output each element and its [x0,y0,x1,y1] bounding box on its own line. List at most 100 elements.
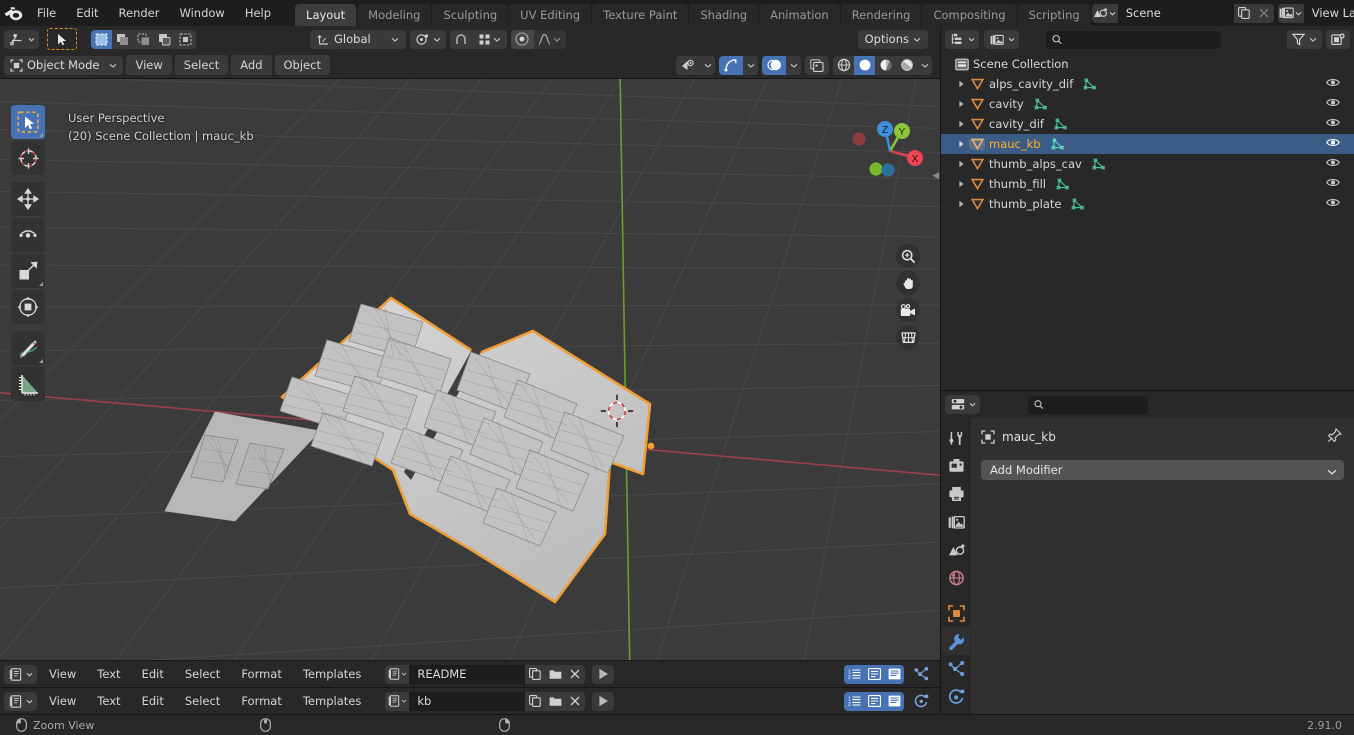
scene-selector[interactable]: Scene [1091,3,1274,23]
mauc-kb-object[interactable] [265,284,665,624]
mesh-data-icon[interactable] [1034,98,1048,110]
unlink-text-button-1[interactable] [565,664,586,684]
run-script-button-2[interactable] [592,691,615,711]
material-shading-icon[interactable] [875,55,896,75]
text-display-toggles-2[interactable]: 12 [844,691,904,711]
open-text-button-1[interactable] [545,664,566,684]
filter-funnel-icon[interactable] [1287,30,1322,49]
object-properties-tab[interactable] [942,599,970,627]
intersect-select-icon[interactable] [175,29,196,49]
mesh-data-icon[interactable] [1092,158,1106,170]
visibility-eye-icon[interactable] [1326,97,1340,111]
filter-id-icon[interactable] [984,30,1019,49]
view-layer-selector[interactable]: View Layer [1277,3,1354,23]
visibility-eye-icon[interactable] [1326,137,1340,151]
tab-uv-editing[interactable]: UV Editing [509,4,592,26]
object-mode-dropdown[interactable]: Object Mode [4,55,124,75]
view-layer-icon[interactable] [1277,3,1304,23]
toggle-perspective-icon[interactable] [896,325,920,349]
transform-tool[interactable] [11,290,45,324]
text-datablock-icon[interactable] [385,691,410,711]
expand-arrow-icon[interactable] [953,200,969,208]
menu-help[interactable]: Help [235,3,281,23]
tab-rendering[interactable]: Rendering [840,4,922,26]
open-text-button-2[interactable] [545,691,566,711]
gizmo-dropdown[interactable] [743,55,758,75]
scale-tool[interactable] [11,254,45,288]
viewport-menu-view[interactable]: View [126,55,172,75]
expand-arrow-icon[interactable] [953,80,969,88]
set-select-icon[interactable] [91,29,112,49]
physics-icon[interactable] [908,692,934,711]
outliner-item-cavity_dif[interactable]: cavity_dif [941,114,1354,134]
editor-type-text-icon[interactable] [4,664,37,684]
new-scene-button[interactable] [1233,3,1254,23]
zoom-view-icon[interactable] [896,244,920,268]
overlays-group[interactable] [762,55,801,75]
outliner-item-alps_cavity_dif[interactable]: alps_cavity_dif [941,74,1354,94]
object-visibility-dropdown[interactable] [700,55,715,75]
tab-shading[interactable]: Shading [689,4,759,26]
outliner-search-input[interactable] [1066,33,1215,46]
mesh-data-icon[interactable] [1054,118,1068,130]
active-tool-indicator[interactable] [47,28,77,50]
syntax-highlight-icon[interactable] [884,691,904,711]
select-mode-group[interactable] [91,29,196,49]
tab-compositing[interactable]: Compositing [922,4,1017,26]
xray-toggle-icon[interactable] [805,55,829,75]
object-visibility-group[interactable] [676,55,715,75]
text-datablock-selector-1[interactable]: README [385,664,586,684]
word-wrap-icon[interactable] [864,691,884,711]
expand-arrow-icon[interactable] [953,120,969,128]
expand-arrow-icon[interactable] [953,140,969,148]
viewport-options-dropdown[interactable]: Options [857,29,928,49]
proportional-falloff-dropdown[interactable] [533,29,566,49]
view-layer-properties-tab[interactable] [942,508,970,536]
editor-type-3dview-icon[interactable] [4,29,39,49]
viewport-shading-group[interactable] [833,55,932,75]
outliner-display-mode-icon[interactable] [945,30,979,49]
text-menu-format-1[interactable]: Format [232,664,291,684]
overlays-dropdown[interactable] [786,55,801,75]
tab-sculpting[interactable]: Sculpting [432,4,509,26]
text-menu-select-1[interactable]: Select [176,664,229,684]
mesh-data-icon[interactable] [1051,138,1065,150]
outliner-item-thumb_alps_cav[interactable]: thumb_alps_cav [941,154,1354,174]
outliner-search-box[interactable] [1046,30,1221,49]
gizmo-icon[interactable] [719,55,743,75]
3d-viewport[interactable]: User Perspective (20) Scene Collection |… [0,79,940,660]
tab-layout[interactable]: Layout [295,4,357,26]
add-modifier-button[interactable]: Add Modifier [981,460,1344,480]
text-datablock-icon[interactable] [385,664,410,684]
unlink-scene-button[interactable] [1253,3,1274,23]
mesh-object-icon[interactable] [969,138,985,150]
extend-select-icon[interactable] [112,29,133,49]
outliner-tree[interactable]: Scene Collection alps_cavity_dif cavity [941,53,1354,390]
gizmo-group[interactable] [719,55,758,75]
mesh-object-icon[interactable] [969,118,985,130]
wireframe-shading-icon[interactable] [833,55,854,75]
pan-view-icon[interactable] [896,271,920,295]
pivot-point-dropdown[interactable] [409,29,446,49]
annotate-tool[interactable] [11,331,45,365]
word-wrap-icon[interactable] [864,664,884,684]
text-menu-text-2[interactable]: Text [88,691,129,711]
render-properties-tab[interactable] [942,452,970,480]
overlays-icon[interactable] [762,55,786,75]
editor-type-text-icon[interactable] [4,691,37,711]
mesh-object-icon[interactable] [969,198,985,210]
menu-window[interactable]: Window [169,3,234,23]
tool-properties-tab[interactable] [942,424,970,452]
outliner-item-cavity[interactable]: cavity [941,94,1354,114]
text-menu-edit-1[interactable]: Edit [133,664,173,684]
properties-search-input[interactable] [1048,398,1142,411]
text-menu-edit-2[interactable]: Edit [133,691,173,711]
menu-render[interactable]: Render [109,3,170,23]
physics-properties-tab[interactable] [942,683,970,711]
properties-search-box[interactable] [1028,395,1148,414]
object-visibility-icon[interactable] [676,55,700,75]
node-editor-icon[interactable] [908,665,934,684]
outliner-item-thumb_fill[interactable]: thumb_fill [941,174,1354,194]
new-text-button-2[interactable] [525,691,546,711]
mesh-object-icon[interactable] [969,78,985,90]
